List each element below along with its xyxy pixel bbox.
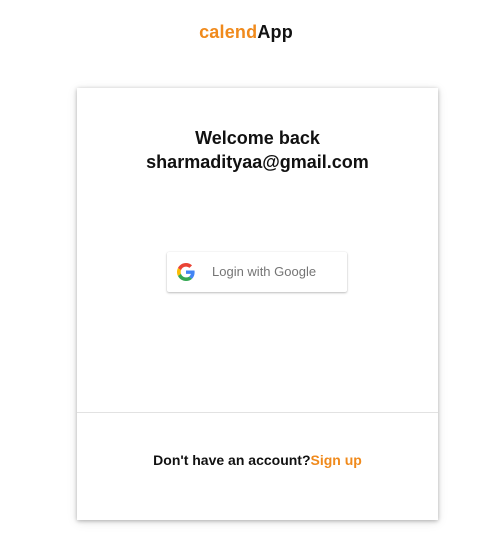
login-page: calendApp Welcome back sharmadityaa@gmai…: [0, 0, 492, 553]
card-divider: [77, 412, 438, 413]
google-button-label: Login with Google: [212, 264, 317, 279]
welcome-text: Welcome back: [195, 128, 320, 148]
google-g-icon: [177, 263, 195, 281]
login-card: Welcome back sharmadityaa@gmail.com Logi…: [77, 88, 438, 520]
login-with-google-button[interactable]: Login with Google: [167, 252, 347, 292]
signup-link[interactable]: Sign up: [311, 452, 362, 468]
login-card-body: Welcome back sharmadityaa@gmail.com Logi…: [77, 88, 438, 412]
user-email: sharmadityaa@gmail.com: [146, 152, 369, 172]
app-logo: calendApp: [0, 22, 492, 43]
logo-text-accent: calend: [199, 22, 258, 42]
welcome-heading: Welcome back sharmadityaa@gmail.com: [77, 126, 438, 174]
logo-text-main: App: [257, 22, 293, 42]
signup-prompt: Don't have an account?Sign up: [77, 452, 438, 468]
signup-prompt-text: Don't have an account?: [153, 452, 311, 468]
